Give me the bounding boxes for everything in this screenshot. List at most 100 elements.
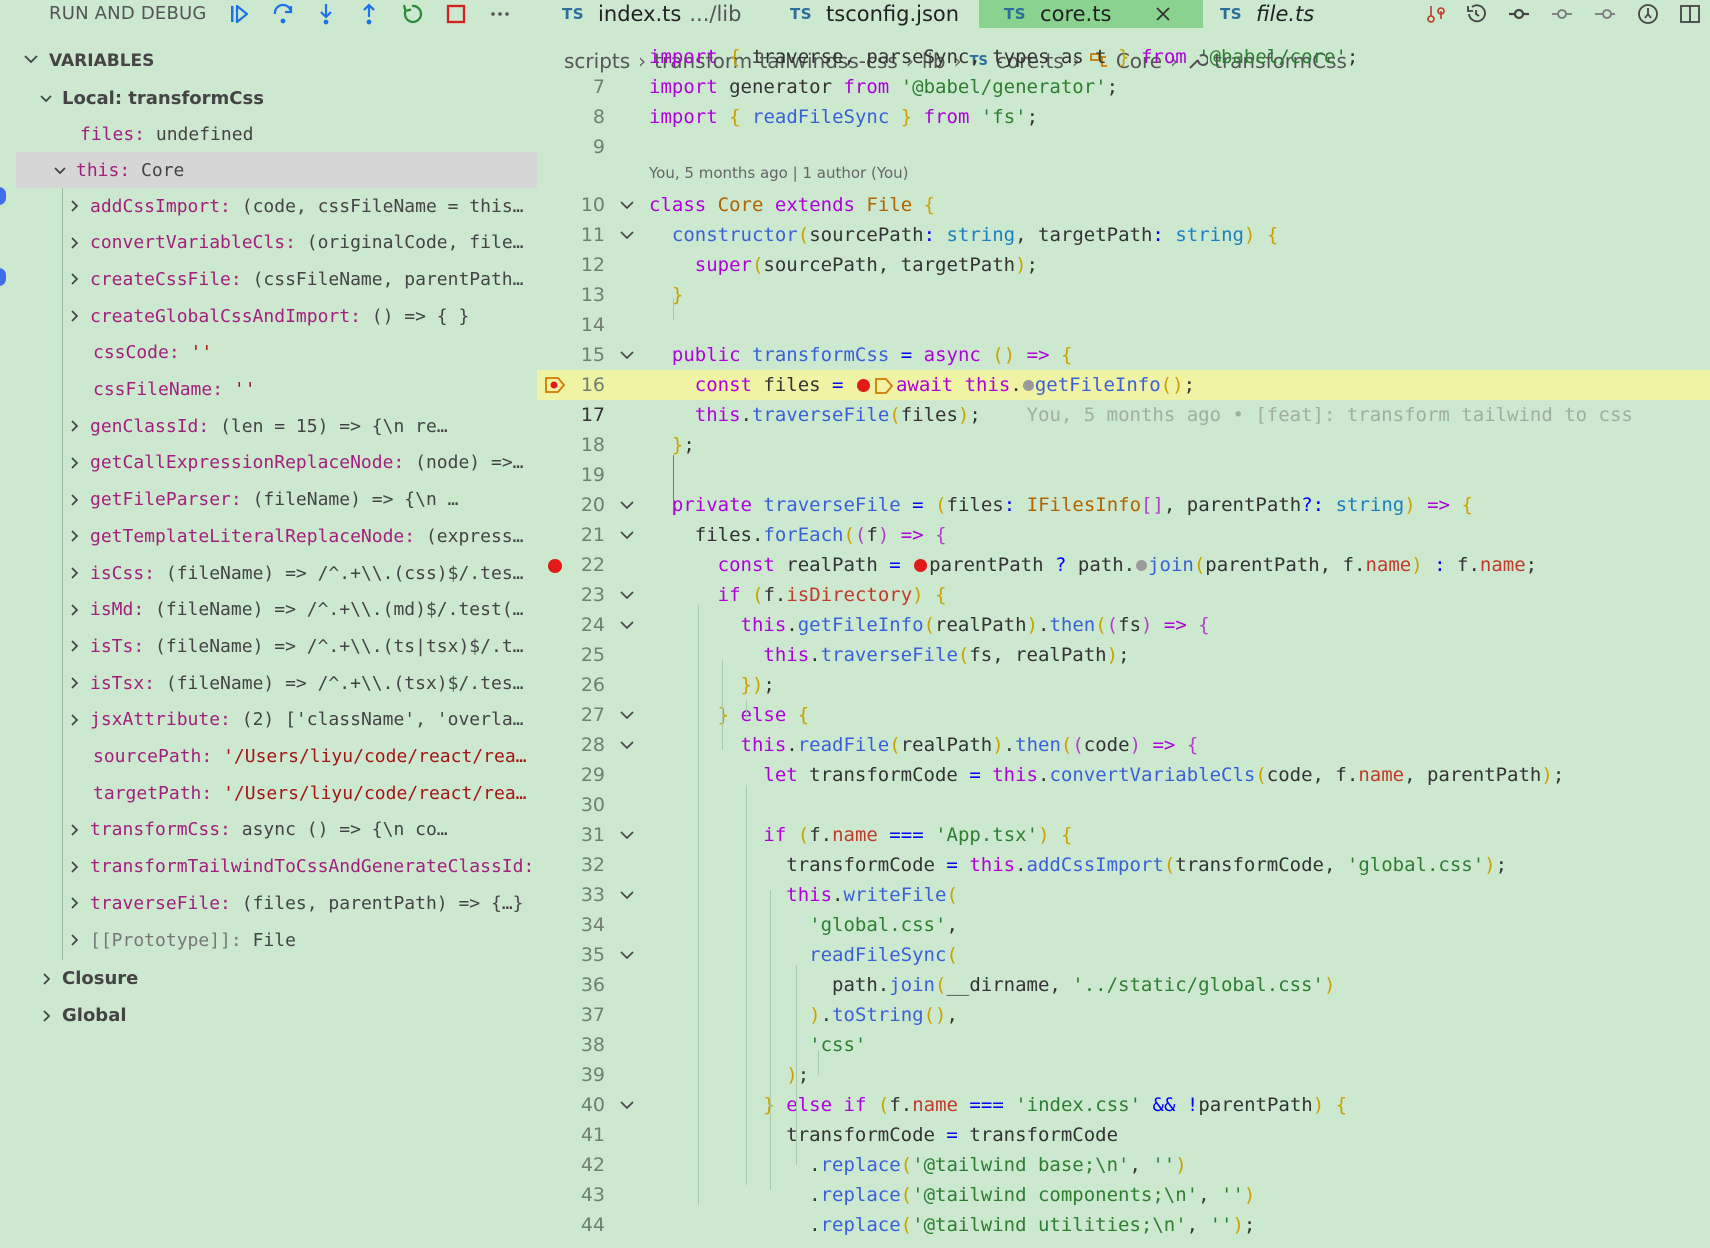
git-next-button[interactable] (1591, 2, 1619, 26)
git-prev-button[interactable] (1548, 2, 1576, 26)
code-text: } else { (717, 704, 810, 726)
variable-member[interactable]: convertVariableCls: (originalCode, file… (0, 225, 537, 261)
variable-member[interactable]: isCss: (fileName) => /^.+\\.(css)$/.tes… (0, 555, 537, 591)
editor-tab-tsconfig-json[interactable]: TS tsconfig.json (790, 0, 1000, 28)
git-compare-button[interactable] (1423, 2, 1451, 26)
inline-breakpoint-hint[interactable] (1136, 560, 1148, 571)
editor-tab-index-ts[interactable]: TS index.ts .../lib (562, 0, 780, 28)
variable-member[interactable]: addCssImport: (code, cssFileName = this… (0, 188, 537, 224)
variable-member[interactable]: sourcePath: '/Users/liyu/code/react/rea… (0, 739, 537, 775)
variable-label: isMd: (fileName) => /^.+\\.(md)$/.test(… (90, 599, 524, 621)
editor-tab-file-ts[interactable]: TS file.ts (1220, 0, 1405, 28)
code-line: 13 } (537, 280, 1710, 310)
more-actions-button[interactable] (483, 0, 517, 28)
fold-chevron-icon[interactable] (619, 198, 635, 212)
variable-label: [[Prototype]]: File (90, 929, 296, 951)
history-button[interactable] (1462, 2, 1490, 26)
continue-button[interactable] (222, 0, 256, 28)
code-text: .replace('@tailwind utilities;\n', ''); (649, 1214, 1256, 1236)
step-over-button[interactable] (266, 0, 300, 28)
line-number: 7 (592, 76, 605, 98)
fold-chevron-icon[interactable] (619, 828, 635, 842)
variable-member[interactable]: transformTailwindToCssAndGenerateClassId… (0, 849, 537, 885)
code-line: 8 import { readFileSync } from 'fs'; (537, 102, 1710, 132)
chevron-right-icon (43, 973, 51, 985)
variable-label: Global (62, 1005, 127, 1027)
restart-button[interactable] (395, 0, 429, 28)
inline-breakpoint[interactable] (914, 559, 928, 572)
variable-member[interactable]: getFileParser: (fileName) => {\n … (0, 482, 537, 518)
code-line: 25 this.traverseFile(fs, realPath); (537, 640, 1710, 670)
code-line: 11 constructor(sourcePath: string, targe… (537, 220, 1710, 250)
fold-chevron-icon[interactable] (619, 498, 635, 512)
variable-member[interactable]: isTs: (fileName) => /^.+\\.(ts|tsx)$/.t… (0, 628, 537, 664)
variable-label: convertVariableCls: (originalCode, file… (90, 232, 524, 254)
variable-member[interactable]: createCssFile: (cssFileName, parentPath… (0, 261, 537, 297)
variable-member[interactable]: cssCode: '' (0, 335, 537, 371)
variable-member[interactable]: jsxAttribute: (2) ['className', 'overla… (0, 702, 537, 738)
variables-section-header[interactable]: VARIABLES (0, 48, 537, 74)
fold-chevron-icon[interactable] (619, 888, 635, 902)
codelens-author[interactable]: You, 5 months ago | 1 author (You) (649, 164, 909, 182)
scope-local[interactable]: Local: transformCss (0, 80, 537, 116)
line-number: 39 (580, 1064, 605, 1086)
variable-label: addCssImport: (code, cssFileName = this… (90, 195, 524, 217)
tab-label: core.ts (1040, 2, 1112, 26)
variable-member[interactable]: createGlobalCssAndImport: () => { } (0, 298, 537, 334)
fold-chevron-icon[interactable] (619, 348, 635, 362)
variable-member[interactable]: getTemplateLiteralReplaceNode: (express… (0, 518, 537, 554)
code-line: 17 this.traverseFile(files); You, 5 mont… (537, 400, 1710, 430)
variable-member[interactable]: targetPath: '/Users/liyu/code/react/rea… (0, 775, 537, 811)
step-into-button[interactable] (309, 0, 343, 28)
variable-member[interactable]: transformCss: async () => {\n co… (0, 812, 537, 848)
variable-this[interactable]: this: Core (16, 152, 537, 188)
code-text: constructor(sourcePath: string, targetPa… (671, 224, 1279, 246)
variable-member[interactable]: [[Prototype]]: File (0, 922, 537, 958)
fold-chevron-icon[interactable] (619, 1098, 635, 1112)
indent-guide (796, 965, 797, 1165)
step-out-button[interactable] (352, 0, 386, 28)
inline-current-icon (875, 377, 894, 394)
chevron-right-icon (71, 860, 79, 873)
git-next-icon (1595, 9, 1615, 19)
scope-global[interactable]: Global (0, 998, 537, 1034)
variable-member[interactable]: traverseFile: (files, parentPath) => {…} (0, 885, 537, 921)
stop-button[interactable] (439, 0, 473, 28)
split-editor-button[interactable] (1676, 2, 1704, 26)
debug-compass-icon (1638, 4, 1658, 24)
code-line: 37 ).toString(), (537, 1000, 1710, 1030)
fold-chevron-icon[interactable] (619, 618, 635, 632)
fold-chevron-icon[interactable] (619, 528, 635, 542)
scope-closure[interactable]: Closure (0, 961, 537, 997)
variable-label: cssCode: '' (93, 342, 213, 364)
current-statement-icon (545, 377, 566, 393)
variable-member[interactable]: cssFileName: '' (0, 372, 537, 408)
close-icon[interactable] (1153, 4, 1173, 24)
fold-chevron-icon[interactable] (619, 948, 635, 962)
line-number: 27 (580, 704, 605, 726)
variable-member[interactable]: isMd: (fileName) => /^.+\\.(md)$/.test(… (0, 592, 537, 628)
fold-chevron-icon[interactable] (619, 738, 635, 752)
variable-label: getTemplateLiteralReplaceNode: (express… (90, 525, 524, 547)
fold-chevron-icon[interactable] (619, 228, 635, 242)
git-commit-button[interactable] (1505, 2, 1533, 26)
fold-chevron-icon[interactable] (619, 588, 635, 602)
line-number: 38 (580, 1034, 605, 1056)
breakpoint-dot[interactable] (548, 559, 562, 573)
code-line: 12 super(sourcePath, targetPath); (537, 250, 1710, 280)
fold-chevron-icon[interactable] (619, 708, 635, 722)
code-line: 32 transformCode = this.addCssImport(tra… (537, 850, 1710, 880)
variable-files[interactable]: files: undefined (0, 116, 537, 152)
variable-member[interactable]: getCallExpressionReplaceNode: (node) =>… (0, 445, 537, 481)
code-line: 21 files.forEach((f) => { (537, 520, 1710, 550)
git-compare-icon (1427, 6, 1445, 23)
typescript-file-icon: TS (790, 5, 813, 23)
variable-label: getFileParser: (fileName) => {\n … (90, 489, 459, 511)
inline-breakpoint[interactable] (856, 379, 870, 392)
code-line: 19 (537, 460, 1710, 490)
inline-breakpoint-hint[interactable] (1022, 380, 1034, 391)
editor-tab-core-ts[interactable]: TS core.ts (979, 0, 1203, 28)
debug-compass-button[interactable] (1634, 2, 1662, 26)
variable-member[interactable]: isTsx: (fileName) => /^.+\\.(tsx)$/.tes… (0, 665, 537, 701)
variable-member[interactable]: genClassId: (len = 15) => {\n re… (0, 408, 537, 444)
